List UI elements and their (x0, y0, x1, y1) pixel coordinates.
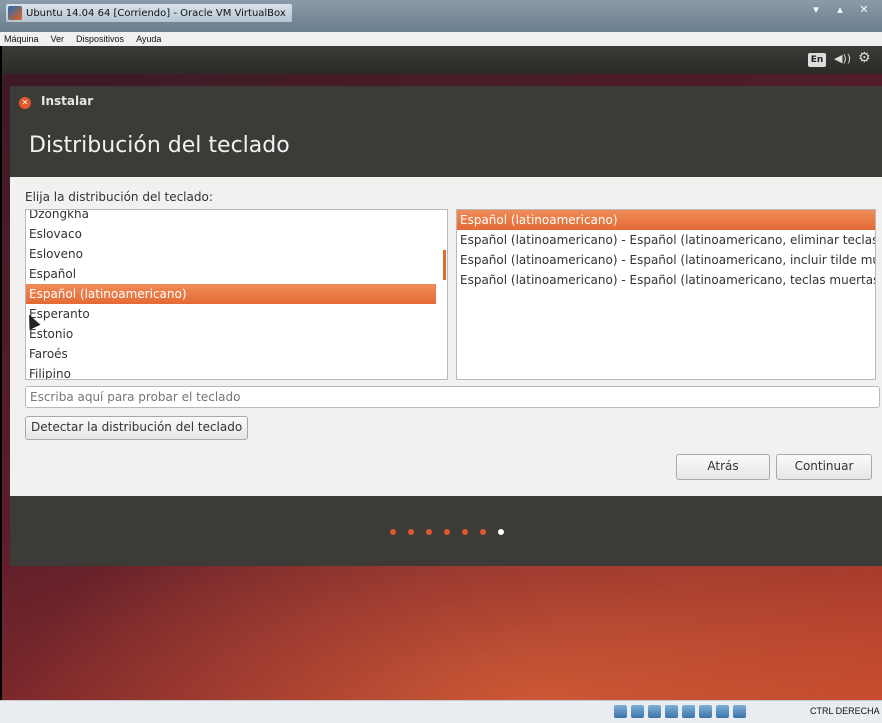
shared-folders-icon[interactable] (665, 705, 678, 718)
usb-icon[interactable] (648, 705, 661, 718)
mouse-integration-icon[interactable] (733, 705, 746, 718)
layout-list-item[interactable]: Eslovaco (26, 224, 436, 244)
progress-dot (498, 529, 504, 535)
host-statusbar: CTRL DERECHA (0, 700, 882, 723)
choose-layout-label: Elija la distribución del teclado: (25, 190, 213, 204)
guest-display: En ◀)) ⚙ ✕ Instalar Distribución del tec… (2, 46, 882, 700)
layout-list-item[interactable]: Español (26, 264, 436, 284)
ubuntu-top-panel: En ◀)) ⚙ (2, 46, 882, 74)
host-title-text: Ubuntu 14.04 64 [Corriendo] - Oracle VM … (26, 7, 286, 19)
progress-dot (462, 529, 468, 535)
layout-list-item[interactable]: Estonio (26, 324, 436, 344)
host-title: Ubuntu 14.04 64 [Corriendo] - Oracle VM … (6, 4, 292, 22)
display-icon[interactable] (699, 705, 712, 718)
layout-list-item[interactable]: Filipino (26, 364, 436, 379)
layout-list-items: Dzongkha Eslovaco Esloveno Español Español (… (26, 210, 436, 379)
layout-list[interactable]: Dzongkha Eslovaco Esloveno Español Español (… (25, 209, 448, 380)
installer-window-title: Instalar (41, 94, 94, 108)
installer-window: ✕ Instalar Distribución del teclado Elij… (10, 86, 882, 566)
hard-disk-icon[interactable] (614, 705, 627, 718)
variant-list-item[interactable]: Español (latinoamericano) - Español (lat… (457, 230, 875, 250)
host-key-label: CTRL DERECHA (810, 706, 880, 716)
progress-dot (408, 529, 414, 535)
variant-list-items: Español (latinoamericano) Español (latino… (457, 210, 875, 290)
variant-list-item[interactable]: Español (latinoamericano) - Español (lat… (457, 250, 875, 270)
page-title: Distribución del teclado (29, 133, 290, 158)
maximize-icon[interactable]: ▴ (828, 2, 852, 18)
layout-list-item[interactable]: Esloveno (26, 244, 436, 264)
close-window-icon[interactable]: ✕ (852, 2, 876, 18)
installer-header: ✕ Instalar Distribución del teclado (10, 86, 882, 177)
keyboard-indicator[interactable]: En (808, 53, 826, 67)
continue-button[interactable]: Continuar (776, 454, 872, 480)
variant-list[interactable]: Español (latinoamericano) Español (latino… (456, 209, 876, 380)
network-icon[interactable] (682, 705, 695, 718)
detect-layout-button[interactable]: Detectar la distribución del teclado (25, 416, 249, 440)
progress-dots (390, 529, 504, 535)
volume-icon[interactable]: ◀)) (834, 52, 851, 65)
menu-ver[interactable]: Ver (51, 32, 65, 46)
layout-list-item[interactable]: Dzongkha (26, 210, 436, 224)
menu-ayuda[interactable]: Ayuda (136, 32, 161, 46)
progress-dot (426, 529, 432, 535)
layout-list-item[interactable]: Español (latinoamericano) (26, 284, 436, 304)
optical-drive-icon[interactable] (631, 705, 644, 718)
keyboard-test-input[interactable] (25, 386, 880, 408)
back-button[interactable]: Atrás (676, 454, 770, 480)
menu-dispositivos[interactable]: Dispositivos (76, 32, 124, 46)
host-menubar: Máquina Ver Dispositivos Ayuda (0, 32, 882, 46)
progress-dot (444, 529, 450, 535)
host-titlebar: Ubuntu 14.04 64 [Corriendo] - Oracle VM … (0, 0, 882, 32)
variant-list-item[interactable]: Español (latinoamericano) - Español (lat… (457, 270, 875, 290)
variant-list-item[interactable]: Español (latinoamericano) (457, 210, 875, 230)
layout-list-scrollbar[interactable] (443, 250, 446, 280)
virtualbox-logo-icon (8, 6, 22, 20)
gear-icon[interactable]: ⚙ (858, 50, 871, 66)
progress-band (10, 496, 882, 566)
capture-icon[interactable] (716, 705, 729, 718)
close-icon[interactable]: ✕ (19, 97, 31, 109)
status-icons (614, 705, 746, 718)
layout-list-item[interactable]: Esperanto (26, 304, 436, 324)
progress-dot (480, 529, 486, 535)
menu-maquina[interactable]: Máquina (4, 32, 39, 46)
layout-list-item[interactable]: Faroés (26, 344, 436, 364)
minimize-icon[interactable]: ▾ (804, 2, 828, 18)
progress-dot (390, 529, 396, 535)
